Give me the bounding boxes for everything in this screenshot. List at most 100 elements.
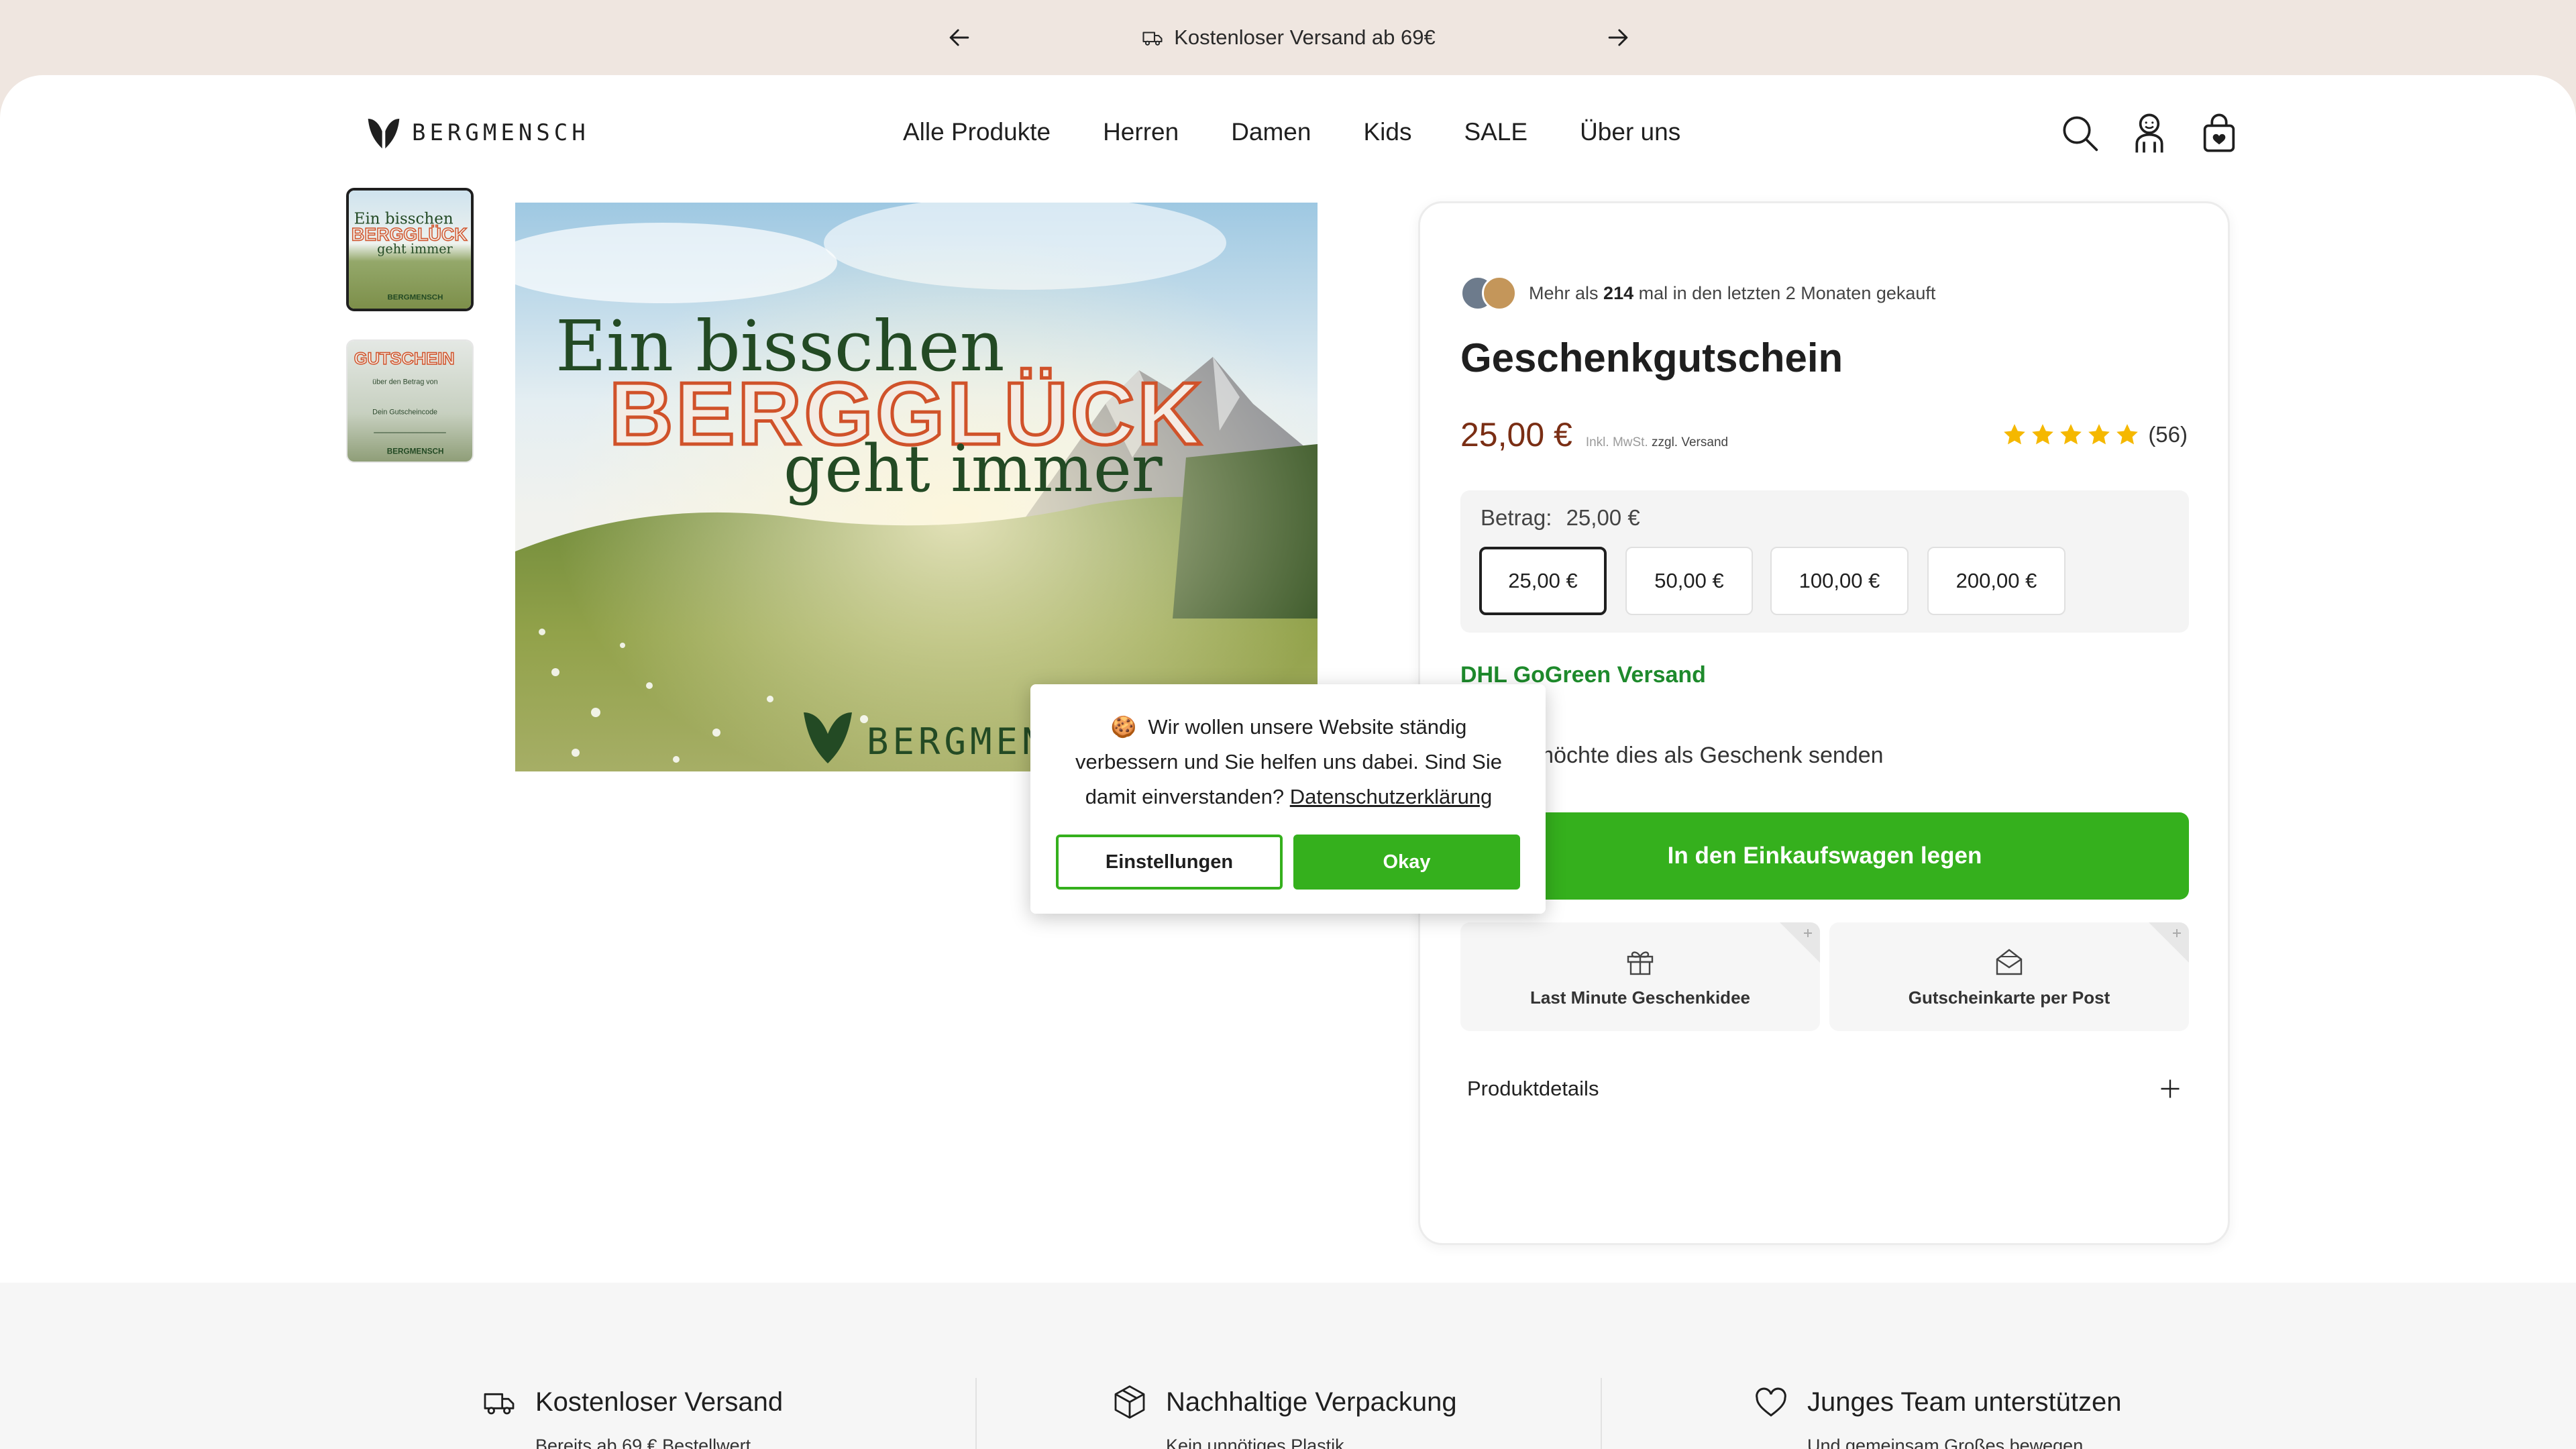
price-row: 25,00 € Inkl. MwSt. zzgl. Versand [1460,415,1728,454]
amount-selector: Betrag: 25,00 € 25,00 € 50,00 € 100,00 €… [1460,490,2189,633]
product-details-toggle[interactable]: Produktdetails [1460,1062,2189,1116]
features-strip: Kostenloser Versand Bereits ab 69 € Best… [0,1283,2576,1449]
avatar [1482,276,1517,311]
social-proof-prefix: Mehr als [1529,282,1599,303]
privacy-policy-link[interactable]: Datenschutzerklärung [1290,785,1493,808]
social-proof: Mehr als 214 mal in den letzten 2 Monate… [1460,276,1935,311]
account-button[interactable] [2128,111,2171,154]
cookie-okay-button[interactable]: Okay [1293,835,1520,890]
header-actions [2058,111,2241,154]
extra-option-label: Last Minute Geschenkidee [1530,987,1750,1008]
nav-item-ueber-uns[interactable]: Über uns [1580,118,1680,146]
plus-corner-icon [2149,922,2189,963]
nav-item-herren[interactable]: Herren [1103,118,1179,146]
gallery-thumbnail-1[interactable]: Ein bisschen BERGGLÜCK geht immer BERGME… [346,188,474,311]
truck-icon [1142,32,1163,46]
thumbnail-1-image: Ein bisschen BERGGLÜCK geht immer BERGME… [349,191,471,309]
feature-title: Kostenloser Versand [535,1387,784,1417]
envelope-icon [1996,948,2023,975]
star-icon [2116,424,2139,445]
thumbnail-2-brand: BERGMENSCH [387,447,444,455]
account-icon [2135,113,2163,153]
gallery-thumbnail-2[interactable]: GUTSCHEIN über den Betrag von Dein Gutsc… [346,339,474,463]
thumbnail-2-line2: Dein Gutscheincode [372,409,437,417]
avatar-group [1460,276,1517,311]
search-icon [2063,116,2098,152]
box-icon [1114,1385,1145,1419]
cookie-settings-button[interactable]: Einstellungen [1056,835,1283,890]
main-nav: Alle Produkte Herren Damen Kids SALE Übe… [903,118,1733,146]
search-button[interactable] [2058,111,2101,154]
extra-option-label: Gutscheinkarte per Post [1908,987,2110,1008]
thumbnail-1-brand: BERGMENSCH [387,294,443,302]
announcement-bar: Kostenloser Versand ab 69€ [0,0,2576,75]
extra-option-postcard[interactable]: Gutscheinkarte per Post [1829,922,2189,1031]
feature-team: Junges Team unterstützen Und gemeinsam G… [1752,1383,2121,1449]
feature-subtitle: Und gemeinsam Großes bewegen [1807,1436,2084,1449]
feature-subtitle: Kein unnötiges Plastik [1166,1436,1344,1449]
thumbnail-1-line3: geht immer [377,241,453,257]
nav-item-damen[interactable]: Damen [1231,118,1311,146]
logo[interactable]: BERGMENSCH [365,113,590,153]
social-proof-text: Mehr als 214 mal in den letzten 2 Monate… [1529,283,1935,304]
thumbnail-2-title: GUTSCHEIN [354,350,455,368]
gift-icon [1627,951,1654,975]
cart-button[interactable] [2198,111,2241,154]
nav-item-sale[interactable]: SALE [1464,118,1527,146]
tax-note-text: Inkl. MwSt. [1585,435,1648,449]
amount-label-text: Betrag: [1481,505,1552,530]
arrow-left-icon [949,29,969,46]
feature-title: Nachhaltige Verpackung [1166,1387,1457,1417]
cookie-banner: 🍪 Wir wollen unsere Website ständig verb… [1030,684,1546,914]
announcement-next-button[interactable] [1603,23,1633,52]
feature-divider [975,1378,977,1449]
plus-corner-icon [1780,922,1820,963]
announcement-message: Kostenloser Versand ab 69€ [1140,25,1436,50]
plus-icon [2161,1079,2180,1098]
logo-mark-icon [368,119,400,149]
star-icon [2060,424,2082,445]
star-icon [2004,424,2026,445]
feature-divider [1601,1378,1602,1449]
truck-icon [484,1393,515,1415]
product-price: 25,00 € [1460,416,1572,453]
gift-checkbox-label: Ich möchte dies als Geschenk senden [1498,743,1884,768]
announcement-prev-button[interactable] [945,23,974,52]
rating-stars [2002,422,2140,447]
star-icon [2088,424,2110,445]
amount-option-25[interactable]: 25,00 € [1479,547,1607,615]
social-proof-suffix: mal in den letzten 2 Monaten gekauft [1638,282,1936,303]
image-headline-line3: geht immer [784,431,1163,506]
feature-subtitle: Bereits ab 69 € Bestellwert [535,1436,751,1449]
extra-option-last-minute[interactable]: Last Minute Geschenkidee [1460,922,1820,1031]
heart-icon [1756,1387,1786,1417]
rating-count: (56) [2148,422,2188,447]
nav-item-kids[interactable]: Kids [1363,118,1411,146]
tax-note: Inkl. MwSt. zzgl. Versand [1586,435,1728,450]
arrow-right-icon [1608,29,1628,46]
shipping-note-link[interactable]: zzgl. Versand [1652,435,1728,449]
cookie-icon: 🍪 [1110,715,1137,739]
star-icon [2032,424,2054,445]
thumbnail-2-line1: über den Betrag von [372,378,437,386]
product-details-label: Produktdetails [1467,1077,1599,1100]
nav-item-alle-produkte[interactable]: Alle Produkte [903,118,1051,146]
page-sheet: BERGMENSCH Alle Produkte Herren Damen Ki… [0,75,2576,1449]
announcement-text: Kostenloser Versand ab 69€ [1174,25,1436,49]
amount-selected-value: 25,00 € [1566,505,1640,530]
cart-icon [2203,113,2235,152]
product-title: Geschenkgutschein [1460,335,1843,380]
amount-option-50[interactable]: 50,00 € [1625,547,1753,615]
product-rating[interactable]: (56) [2002,422,2188,447]
feature-free-shipping: Kostenloser Versand Bereits ab 69 € Best… [480,1383,783,1449]
thumbnail-2-image: GUTSCHEIN über den Betrag von Dein Gutsc… [347,341,472,462]
social-proof-count: 214 [1603,282,1634,303]
amount-label: Betrag: 25,00 € [1481,505,1640,531]
feature-title: Junges Team unterstützen [1807,1387,2122,1417]
add-to-cart-button[interactable]: In den Einkaufswagen legen [1460,812,2189,900]
amount-option-200[interactable]: 200,00 € [1927,547,2065,615]
amount-option-100[interactable]: 100,00 € [1770,547,1909,615]
logo-wordmark: BERGMENSCH [412,119,590,146]
feature-packaging: Nachhaltige Verpackung Kein unnötiges Pl… [1111,1383,1457,1449]
cookie-text: 🍪 Wir wollen unsere Website ständig verb… [1057,710,1520,814]
